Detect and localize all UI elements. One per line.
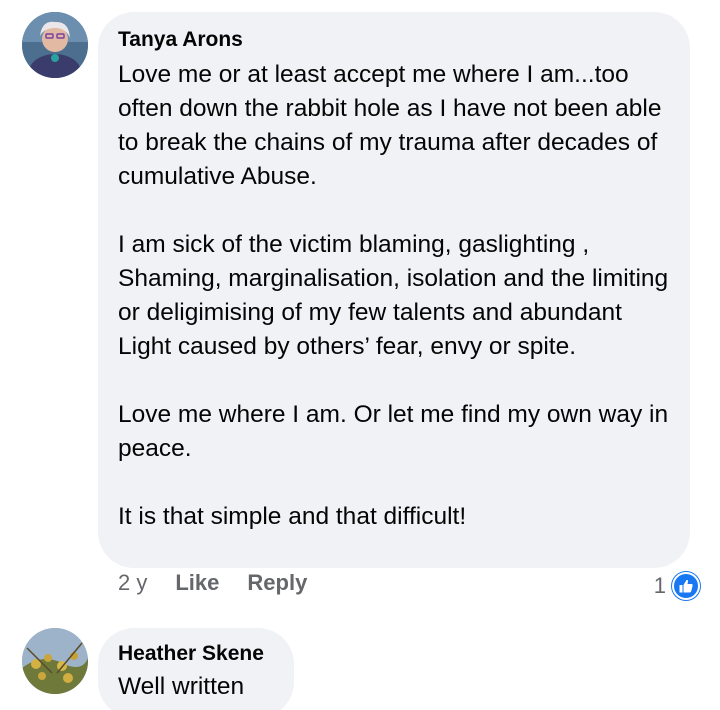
comment-tanya: Tanya Arons Love me or at least accept m… — [0, 0, 720, 620]
comment-timestamp[interactable]: 2 y — [118, 570, 147, 596]
comment-paragraph: I am sick of the victim blaming, gasligh… — [118, 231, 669, 360]
thumbs-up-icon — [672, 572, 700, 600]
comment-author[interactable]: Tanya Arons — [118, 26, 670, 54]
avatar[interactable] — [22, 628, 88, 694]
profile-photo-icon — [22, 12, 88, 78]
comment-bubble: Tanya Arons Love me or at least accept m… — [98, 12, 690, 568]
comment-heather: Heather Skene Well written — [0, 620, 720, 710]
reply-button[interactable]: Reply — [247, 570, 307, 596]
comment-text: Well written — [118, 670, 274, 704]
profile-photo-icon — [22, 628, 88, 694]
comment-paragraph: Well written — [118, 673, 245, 700]
like-button[interactable]: Like — [175, 570, 219, 596]
reaction-count: 1 — [653, 573, 666, 598]
comment-paragraph: Love me where I am. Or let me find my ow… — [118, 401, 669, 462]
comment-paragraph: It is that simple and that difficult! — [118, 503, 467, 530]
reaction-summary[interactable]: 1 — [654, 572, 700, 600]
avatar[interactable] — [22, 12, 88, 78]
comment-bubble: Heather Skene Well written — [98, 628, 294, 710]
comment-author[interactable]: Heather Skene — [118, 640, 274, 668]
comment-actions: 2 y Like Reply — [118, 570, 307, 596]
comment-paragraph: Love me or at least accept me where I am… — [118, 61, 662, 190]
comment-text: Love me or at least accept me where I am… — [118, 58, 670, 534]
